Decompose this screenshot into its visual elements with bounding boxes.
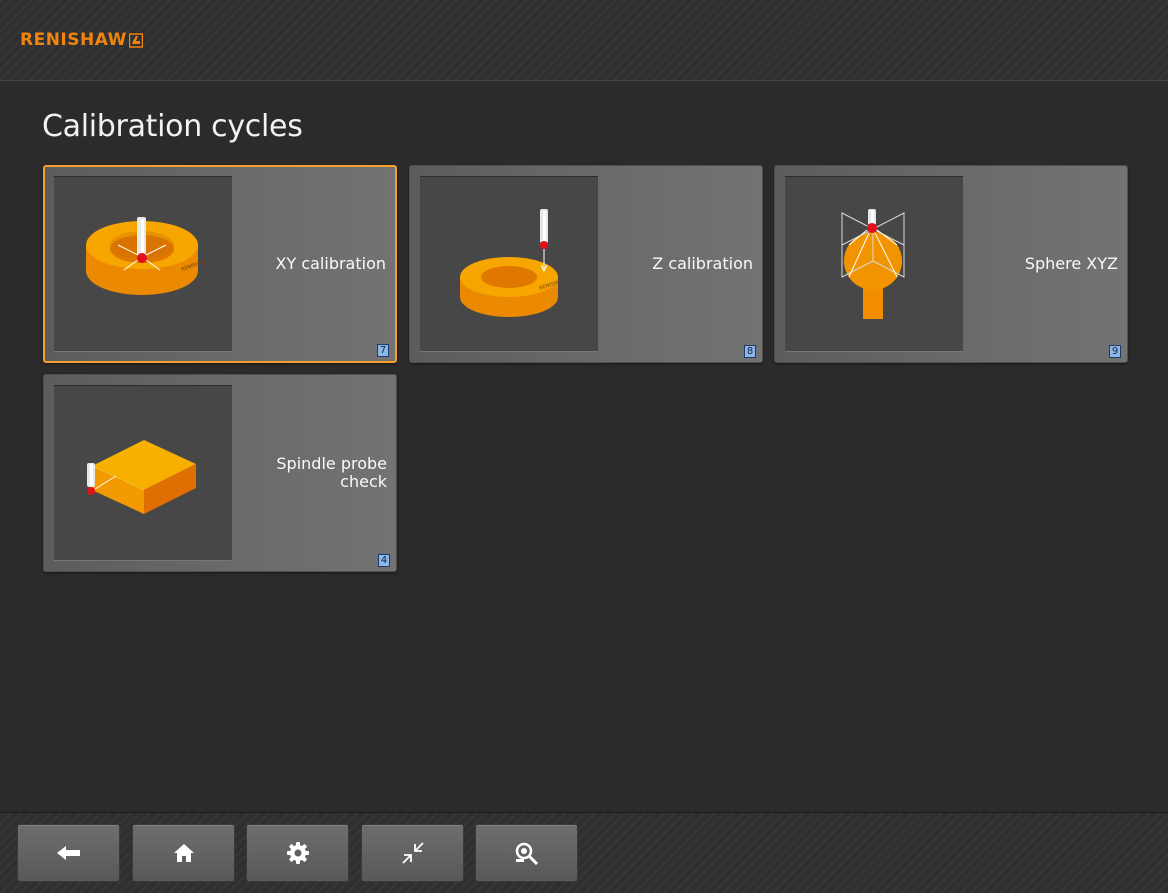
back-button[interactable] xyxy=(17,824,120,882)
inspect-button[interactable] xyxy=(475,824,578,882)
brand-name: RENISHAW xyxy=(20,30,127,50)
tile-z-calibration[interactable]: RENISHAW Z calibration 8 xyxy=(409,165,763,363)
magnifier-icon xyxy=(515,842,538,865)
tile-thumbnail: RENISHAW xyxy=(420,176,598,352)
tile-thumbnail xyxy=(54,385,232,561)
tile-label: XY calibration xyxy=(275,254,387,273)
tile-thumbnail: RENISHAW xyxy=(54,176,232,352)
sphere-xyz-icon xyxy=(841,209,905,319)
tile-xy-calibration[interactable]: RENISHAW XY calibration 7 xyxy=(43,165,397,363)
ring-gauge-xy-icon: RENISHAW xyxy=(86,217,208,295)
tile-spindle-probe-check[interactable]: Spindle probe check 4 xyxy=(43,374,397,572)
main-content: Calibration cycles RENISHAW XY calibrati… xyxy=(0,82,1168,811)
tile-sphere-xyz[interactable]: Sphere XYZ 9 xyxy=(774,165,1128,363)
home-icon xyxy=(173,844,194,862)
tile-label: Sphere XYZ xyxy=(1024,254,1118,273)
home-button[interactable] xyxy=(132,824,235,882)
app-header: RENISHAW xyxy=(0,0,1168,81)
shortcut-badge: 7 xyxy=(377,344,389,357)
gear-icon xyxy=(286,842,309,864)
ring-gauge-z-icon: RENISHAW xyxy=(460,209,566,317)
footer-toolbar xyxy=(0,812,1168,893)
page-title: Calibration cycles xyxy=(42,109,303,144)
renishaw-logo-mark-icon xyxy=(128,33,143,48)
block-probe-check-icon xyxy=(87,440,196,514)
shortcut-badge: 9 xyxy=(1109,345,1121,358)
tile-thumbnail xyxy=(785,176,963,352)
minimize-button[interactable] xyxy=(361,824,464,882)
tile-label: Z calibration xyxy=(652,254,753,273)
shortcut-badge: 4 xyxy=(378,554,390,567)
shrink-icon xyxy=(401,842,424,864)
shortcut-badge: 8 xyxy=(744,345,756,358)
tile-label: Spindle probe check xyxy=(276,454,387,491)
arrow-left-icon xyxy=(56,846,80,860)
renishaw-logo: RENISHAW xyxy=(20,30,143,50)
settings-button[interactable] xyxy=(246,824,349,882)
